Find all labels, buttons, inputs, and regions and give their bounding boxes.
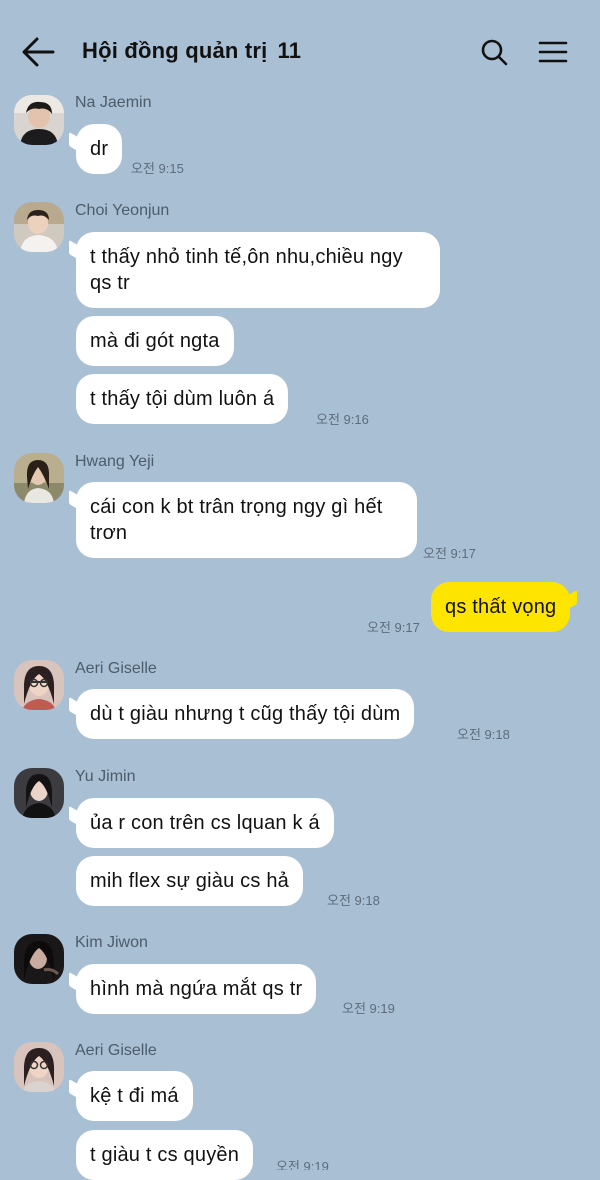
avatar[interactable] bbox=[14, 453, 64, 503]
message-bubble[interactable]: t thấy tội dùm luôn á bbox=[76, 374, 289, 424]
search-icon[interactable] bbox=[480, 38, 508, 66]
avatar[interactable] bbox=[14, 1042, 64, 1092]
avatar[interactable] bbox=[14, 934, 64, 984]
chat-title-text: Hội đồng quản trị bbox=[82, 38, 268, 63]
avatar[interactable] bbox=[14, 202, 64, 252]
message-time: 오전 9:16 bbox=[316, 412, 369, 427]
avatar[interactable] bbox=[14, 95, 64, 145]
message-bubble[interactable]: t thấy nhỏ tinh tế,ôn nhu,chiều ngy qs t… bbox=[76, 232, 440, 308]
sender-name: Yu Jimin bbox=[75, 768, 136, 785]
message-time: 오전 9:19 bbox=[276, 1159, 329, 1170]
message-time: 오전 9:19 bbox=[342, 1001, 395, 1016]
avatar-photo-icon bbox=[14, 453, 64, 503]
avatar-photo-icon bbox=[14, 202, 64, 252]
message-time: 오전 9:17 bbox=[367, 620, 420, 635]
sender-name: Hwang Yeji bbox=[75, 453, 155, 470]
sender-name: Aeri Giselle bbox=[75, 660, 157, 677]
message-time: 오전 9:18 bbox=[327, 893, 380, 908]
message-bubble[interactable]: ủa r con trên cs lquan k á bbox=[76, 798, 334, 848]
message-time: 오전 9:18 bbox=[457, 727, 510, 742]
message-time: 오전 9:17 bbox=[423, 546, 476, 561]
message-bubble[interactable]: cái con k bt trân trọng ngy gì hết trơn bbox=[76, 482, 417, 558]
menu-icon[interactable] bbox=[538, 40, 568, 64]
chat-title: Hội đồng quản trị 11 bbox=[82, 38, 301, 64]
sender-name: Aeri Giselle bbox=[75, 1042, 157, 1059]
message-bubble[interactable]: mà đi gót ngta bbox=[76, 316, 234, 366]
message-time: 오전 9:15 bbox=[131, 161, 184, 176]
my-message-bubble[interactable]: qs thất vọng bbox=[431, 582, 571, 632]
avatar-photo-icon bbox=[14, 95, 64, 145]
avatar-photo-icon bbox=[14, 1042, 64, 1092]
avatar-photo-icon bbox=[14, 934, 64, 984]
sender-name: Choi Yeonjun bbox=[75, 202, 170, 219]
avatar-photo-icon bbox=[14, 660, 64, 710]
message-bubble[interactable]: hình mà ngứa mắt qs tr bbox=[76, 964, 317, 1014]
sender-name: Kim Jiwon bbox=[75, 934, 148, 951]
message-bubble[interactable]: mih flex sự giàu cs hả bbox=[76, 856, 303, 906]
message-bubble[interactable]: dr bbox=[76, 124, 123, 174]
avatar-photo-icon bbox=[14, 768, 64, 818]
back-arrow-icon[interactable] bbox=[20, 36, 56, 68]
avatar[interactable] bbox=[14, 768, 64, 818]
message-bubble[interactable]: dù t giàu nhưng t cũg thấy tội dùm bbox=[76, 689, 415, 739]
message-bubble[interactable]: kệ t đi má bbox=[76, 1071, 193, 1121]
sender-name: Na Jaemin bbox=[75, 94, 152, 111]
member-count: 11 bbox=[277, 38, 302, 63]
avatar[interactable] bbox=[14, 660, 64, 710]
message-bubble[interactable]: t giàu t cs quyền bbox=[76, 1130, 254, 1180]
chat-header: Hội đồng quản trị 11 bbox=[0, 0, 600, 100]
